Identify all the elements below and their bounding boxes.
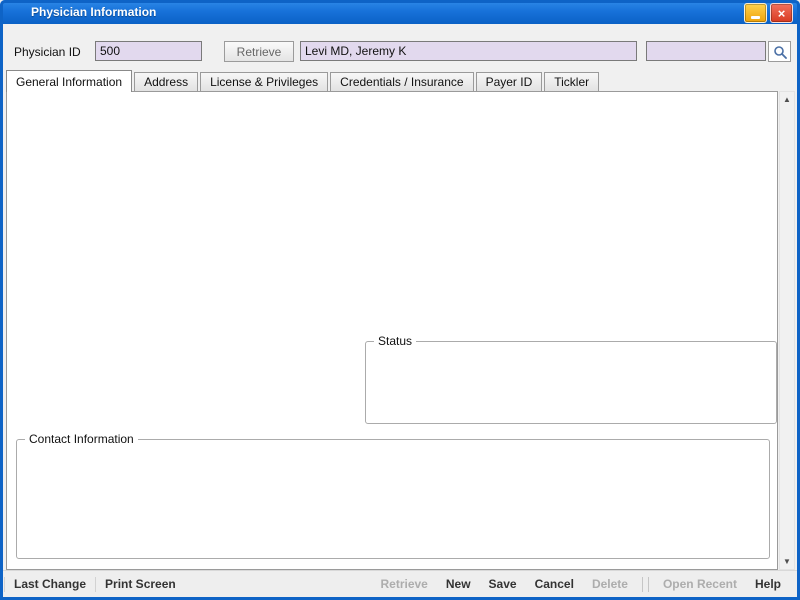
status-group-legend: Status	[374, 334, 416, 348]
footer-left-group: Last Change Print Screen	[4, 577, 185, 592]
new-button[interactable]: New	[437, 577, 480, 591]
tab-address[interactable]: Address	[134, 72, 198, 91]
search-icon	[773, 45, 787, 59]
physician-name-display	[300, 41, 637, 61]
close-icon: ×	[778, 7, 786, 20]
physician-information-window: Physician Information × Physician ID Ret…	[0, 0, 800, 600]
tab-strip: General Information Address License & Pr…	[6, 71, 601, 92]
cancel-button[interactable]: Cancel	[526, 577, 583, 591]
window-title: Physician Information	[31, 5, 156, 19]
contact-information-group: Contact Information	[16, 439, 770, 559]
titlebar: Physician Information	[0, 0, 800, 24]
status-group: Status	[365, 341, 777, 424]
help-button[interactable]: Help	[746, 577, 790, 591]
scroll-up-icon[interactable]: ▲	[780, 92, 794, 107]
print-screen-button[interactable]: Print Screen	[96, 577, 185, 591]
search-button[interactable]	[768, 41, 791, 62]
window-controls: ×	[744, 3, 793, 23]
tab-license-privileges[interactable]: License & Privileges	[200, 72, 328, 91]
minimize-button[interactable]	[744, 3, 767, 23]
close-button[interactable]: ×	[770, 3, 793, 23]
open-recent-button: Open Recent	[654, 577, 746, 591]
footer-grip	[642, 577, 649, 592]
tab-tickler[interactable]: Tickler	[544, 72, 599, 91]
tab-general-information[interactable]: General Information	[6, 70, 132, 92]
quick-lookup-input[interactable]	[646, 41, 766, 61]
scroll-down-icon[interactable]: ▼	[780, 554, 794, 569]
retrieve-footer-button: Retrieve	[371, 577, 436, 591]
vertical-scrollbar[interactable]: ▲ ▼	[779, 91, 795, 570]
physician-id-input[interactable]	[95, 41, 202, 61]
tab-payer-id[interactable]: Payer ID	[476, 72, 543, 91]
tab-credentials-insurance[interactable]: Credentials / Insurance	[330, 72, 473, 91]
delete-button: Delete	[583, 577, 637, 591]
last-change-button[interactable]: Last Change	[5, 577, 95, 591]
status-bar: Last Change Print Screen Retrieve New Sa…	[0, 570, 800, 600]
contact-information-legend: Contact Information	[25, 432, 138, 446]
save-button[interactable]: Save	[480, 577, 526, 591]
minimize-icon	[751, 16, 760, 19]
retrieve-button[interactable]: Retrieve	[224, 41, 294, 62]
footer-right-group: Retrieve New Save Cancel Delete Open Rec…	[371, 577, 790, 592]
physician-id-label: Physician ID	[14, 45, 81, 59]
